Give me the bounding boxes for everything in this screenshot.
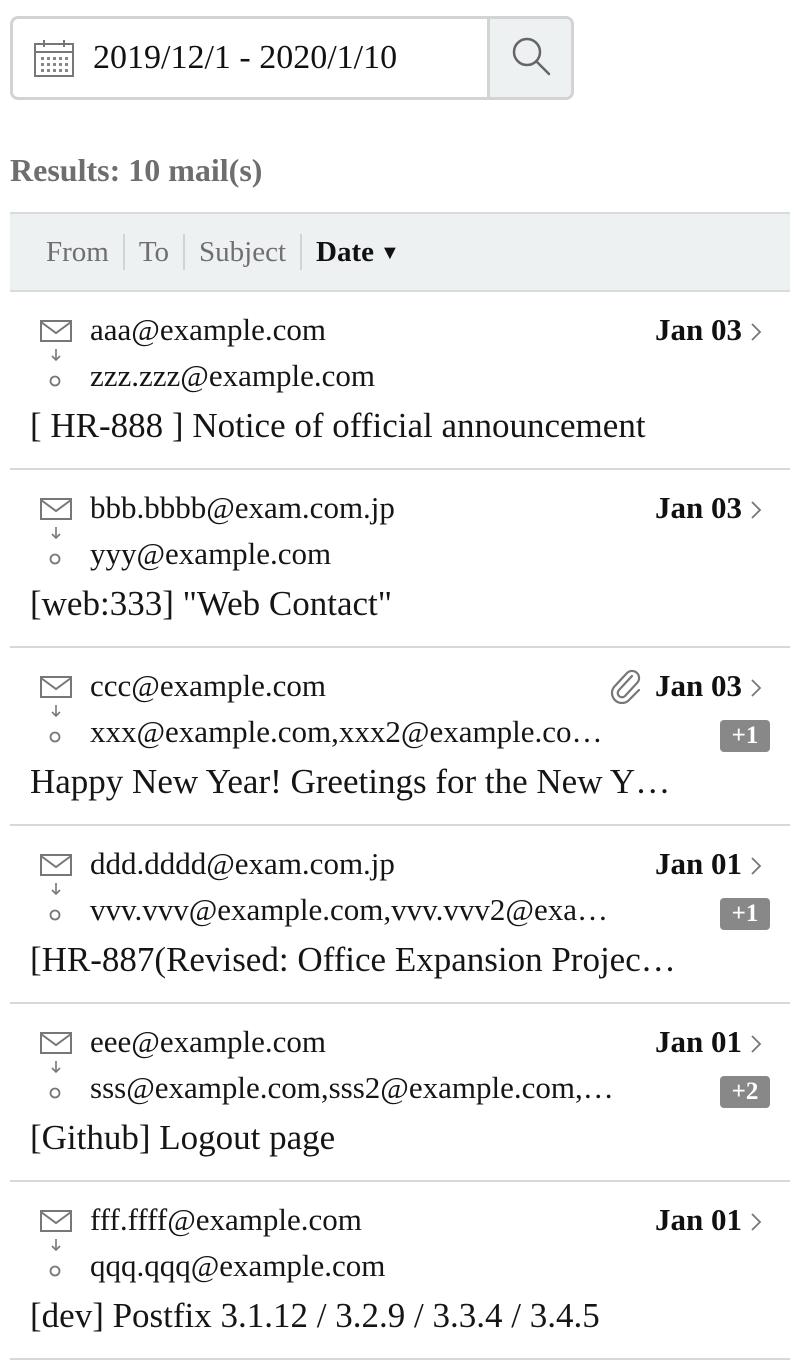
results-count: Results: 10 mail(s) (10, 152, 263, 188)
arrow-down-icon (50, 1238, 62, 1252)
chevron-right-icon (750, 678, 762, 698)
mail-from: fff.ffff@example.com (90, 1202, 362, 1237)
chevron-right-icon (750, 322, 762, 342)
mail-row-6[interactable]: fff.ffff@example.com qqq.qqq@example.com… (10, 1182, 790, 1360)
mail-list: aaa@example.com zzz.zzz@example.com [ HR… (10, 292, 790, 1360)
mail-subject: [dev] Postfix 3.1.12 / 3.2.9 / 3.3.4 / 3… (30, 1296, 600, 1335)
mail-row-1[interactable]: aaa@example.com zzz.zzz@example.com [ HR… (10, 292, 790, 470)
arrow-down-icon (50, 1060, 62, 1074)
envelope-icon (40, 1032, 72, 1054)
sort-date[interactable]: Date ▼ (302, 234, 414, 270)
envelope-icon (40, 498, 72, 520)
mail-from: ccc@example.com (90, 668, 326, 703)
mail-subject: [HR-887(Revised: Office Expansion Projec… (30, 940, 676, 979)
chevron-right-icon (750, 1034, 762, 1054)
mail-from: eee@example.com (90, 1024, 326, 1059)
envelope-icon (40, 676, 72, 698)
sort-subject[interactable]: Subject (185, 234, 303, 270)
mail-to: zzz.zzz@example.com (90, 358, 375, 393)
mail-subject: [ HR-888 ] Notice of official announceme… (30, 406, 646, 445)
sort-from[interactable]: From (32, 234, 125, 270)
arrow-down-icon (50, 348, 62, 362)
mail-to: vvv.vvv@example.com,vvv.vvv2@exa… (90, 892, 608, 927)
mail-date: Jan 03 (655, 490, 742, 525)
sort-date-label: Date (316, 236, 375, 268)
extra-recipients-badge: +1 (720, 720, 770, 752)
arrow-down-icon (50, 882, 62, 896)
recipient-circle-icon (49, 730, 61, 743)
envelope-icon (40, 854, 72, 876)
chevron-right-icon (750, 1212, 762, 1232)
mail-date: Jan 01 (655, 1024, 742, 1059)
chevron-right-icon (750, 500, 762, 520)
arrow-down-icon (50, 526, 62, 540)
search-icon (509, 34, 553, 83)
mail-from: aaa@example.com (90, 312, 326, 347)
recipient-circle-icon (49, 908, 61, 921)
mail-row-4[interactable]: ddd.dddd@exam.com.jp vvv.vvv@example.com… (10, 826, 790, 1004)
mail-subject: [web:333] "Web Contact" (30, 584, 393, 623)
recipient-circle-icon (49, 1264, 61, 1277)
sort-to[interactable]: To (125, 234, 186, 270)
envelope-icon (40, 320, 72, 342)
envelope-icon (40, 1210, 72, 1232)
mail-row-5[interactable]: eee@example.com sss@example.com,sss2@exa… (10, 1004, 790, 1182)
mail-row-2[interactable]: bbb.bbbb@exam.com.jp yyy@example.com [we… (10, 470, 790, 648)
mail-date: Jan 03 (655, 312, 742, 347)
extra-recipients-badge: +1 (720, 898, 770, 930)
mail-to: sss@example.com,sss2@example.com,… (90, 1070, 614, 1105)
mail-row-3[interactable]: ccc@example.com xxx@example.com,xxx2@exa… (10, 648, 790, 826)
mail-to: xxx@example.com,xxx2@example.co… (90, 714, 603, 749)
mail-date: Jan 01 (655, 846, 742, 881)
caret-down-icon: ▼ (380, 242, 400, 264)
date-range-field[interactable]: 2019/12/1 - 2020/1/10 (13, 19, 487, 97)
mail-date: Jan 01 (655, 1202, 742, 1237)
mail-date: Jan 03 (655, 668, 742, 703)
mail-to: yyy@example.com (90, 536, 332, 571)
paperclip-icon (608, 668, 642, 705)
mail-subject: Happy New Year! Greetings for the New Y… (30, 762, 671, 801)
chevron-right-icon (750, 856, 762, 876)
mail-from: bbb.bbbb@exam.com.jp (90, 490, 395, 525)
extra-recipients-badge: +2 (720, 1076, 770, 1108)
recipient-circle-icon (49, 552, 61, 565)
mail-to: qqq.qqq@example.com (90, 1248, 386, 1283)
recipient-circle-icon (49, 1086, 61, 1099)
mail-from: ddd.dddd@exam.com.jp (90, 846, 395, 881)
calendar-icon (33, 38, 75, 78)
search-button[interactable] (487, 19, 571, 97)
recipient-circle-icon (49, 374, 61, 387)
arrow-down-icon (50, 704, 62, 718)
mail-subject: [Github] Logout page (30, 1118, 336, 1157)
sort-bar: From To Subject Date ▼ (10, 212, 790, 292)
date-range-search: 2019/12/1 - 2020/1/10 (10, 16, 574, 100)
date-range-value[interactable]: 2019/12/1 - 2020/1/10 (93, 39, 397, 77)
